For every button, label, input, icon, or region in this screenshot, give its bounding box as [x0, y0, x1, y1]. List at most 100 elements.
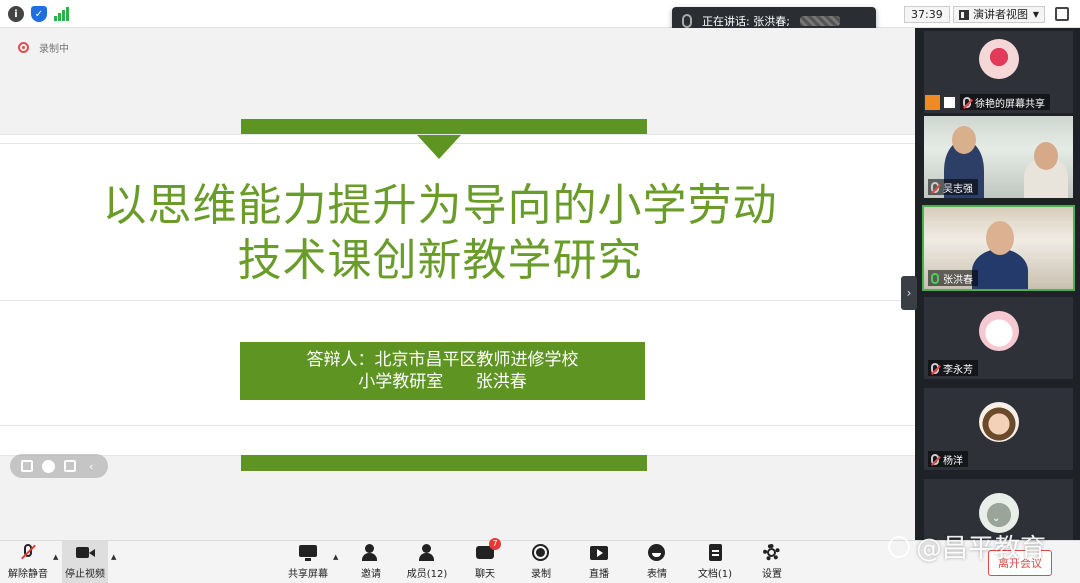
network-signal-icon[interactable] — [54, 7, 70, 21]
annotate-icon[interactable] — [41, 459, 55, 473]
chat-badge: 7 — [489, 538, 501, 550]
slide-divider — [0, 425, 915, 426]
members-button[interactable]: 成员(12) — [405, 541, 449, 583]
presenter-box: 答辩人：北京市昌平区教师进修学校 小学教研室 张洪春 — [240, 342, 645, 400]
add-user-icon — [362, 544, 380, 561]
participant-tile[interactable]: 杨洋 — [924, 388, 1073, 470]
gear-icon — [763, 544, 781, 561]
chat-icon: 7 — [476, 538, 501, 561]
slide-annotation-toolbar: ‹ — [10, 454, 108, 478]
screen-share-icon — [942, 95, 957, 110]
recording-indicator: 录制中 — [18, 40, 69, 55]
fullscreen-icon[interactable] — [1055, 7, 1069, 21]
participant-name: 张洪春 — [943, 274, 973, 286]
caret-up-icon[interactable]: ▲ — [111, 553, 116, 561]
settings-button[interactable]: 设置 — [757, 541, 787, 583]
reactions-label: 表情 — [647, 569, 667, 580]
slide-title-line1: 以思维能力提升为导向的小学劳动 — [102, 180, 778, 231]
presenter-line1: 答辩人：北京市昌平区教师进修学校 — [306, 350, 579, 370]
documents-button[interactable]: 文档(1) — [697, 541, 733, 583]
chat-button[interactable]: 7 聊天 — [470, 538, 501, 583]
speaker-view-dropdown[interactable]: 演讲者视图 ▼ — [953, 6, 1045, 23]
share-screen-button[interactable]: 共享屏幕 — [286, 541, 330, 583]
active-microphone-icon — [931, 272, 939, 284]
invite-label: 邀请 — [361, 569, 381, 580]
avatar — [978, 39, 1019, 79]
watermark: @昌平教育 — [888, 528, 1046, 565]
chevron-down-icon[interactable]: ⌄ — [992, 513, 1000, 524]
participant-name: 徐艳的屏幕共享 — [975, 98, 1045, 110]
share-screen-label: 共享屏幕 — [288, 569, 328, 580]
chat-label: 聊天 — [475, 569, 495, 580]
presenter-line2: 小学教研室 张洪春 — [358, 372, 527, 392]
slide-title-line2: 技术课创新教学研究 — [237, 235, 643, 286]
live-stream-icon — [590, 544, 608, 561]
participant-name-tag: 徐艳的屏幕共享 — [960, 94, 1050, 110]
slide-top-bar — [241, 119, 647, 135]
meeting-timer: 37:39 — [904, 6, 950, 23]
watermark-text: @昌平教育 — [916, 534, 1047, 564]
video-person — [972, 249, 1028, 289]
members-label: 成员(12) — [406, 569, 448, 580]
view-label: 演讲者视图 — [973, 8, 1028, 21]
participant-name-tag: 杨洋 — [928, 451, 968, 467]
user-icon — [925, 95, 940, 110]
stop-video-button[interactable]: 停止视频 — [62, 541, 108, 583]
members-icon — [418, 544, 436, 561]
video-camera-icon — [76, 544, 95, 561]
muted-microphone-icon — [931, 181, 939, 193]
speaking-label: 正在讲话: 张洪春; — [702, 15, 790, 28]
documents-label: 文档(1) — [697, 569, 733, 580]
participant-name: 杨洋 — [943, 455, 963, 467]
info-icon[interactable]: i — [8, 6, 24, 22]
grid-icon[interactable] — [20, 459, 34, 473]
participant-tile-active-speaker[interactable]: 张洪春 — [922, 205, 1075, 291]
paw-logo-icon — [888, 535, 910, 558]
participant-name-tag: 吴志强 — [928, 179, 978, 195]
share-status-icons — [925, 95, 957, 110]
document-icon — [706, 544, 724, 561]
microphone-icon — [682, 14, 692, 28]
participant-name: 李永芳 — [943, 364, 973, 376]
chevron-left-icon[interactable]: ‹ — [84, 459, 98, 473]
reactions-button[interactable]: 表情 — [642, 541, 672, 583]
collapse-sidebar-button[interactable]: › — [901, 276, 917, 310]
settings-label: 设置 — [762, 569, 782, 580]
chevron-down-icon: ▼ — [1032, 10, 1039, 19]
recording-dot-icon — [18, 42, 29, 53]
security-shield-icon[interactable]: ✓ — [31, 6, 47, 22]
top-bar: i ✓ 37:39 演讲者视图 ▼ — [0, 0, 1080, 28]
muted-microphone-icon — [19, 544, 37, 561]
live-stream-button[interactable]: 直播 — [584, 541, 614, 583]
chat-bubble-icon[interactable] — [63, 459, 77, 473]
video-person — [1034, 142, 1058, 170]
unmute-label: 解除静音 — [8, 569, 48, 580]
record-button[interactable]: 录制 — [526, 541, 556, 583]
slide-divider — [0, 300, 915, 301]
unmute-button[interactable]: 解除静音 — [6, 541, 50, 583]
slide-body: 以思维能力提升为导向的小学劳动 技术课创新教学研究 — [0, 135, 915, 455]
stop-video-label: 停止视频 — [65, 569, 105, 580]
invite-button[interactable]: 邀请 — [354, 541, 388, 583]
muted-microphone-icon — [963, 96, 971, 108]
caret-up-icon[interactable]: ▲ — [333, 553, 338, 561]
blurred-name — [799, 16, 840, 26]
screen-share-icon — [299, 544, 317, 561]
video-person — [986, 221, 1014, 255]
record-label: 录制 — [531, 569, 551, 580]
participant-tile[interactable]: 徐艳的屏幕共享 — [924, 31, 1073, 113]
participant-name-tag: 张洪春 — [928, 270, 978, 286]
smiley-icon — [648, 544, 666, 561]
participant-tile[interactable]: 李永芳 — [924, 297, 1073, 379]
shared-slide-stage: 录制中 以思维能力提升为导向的小学劳动 技术课创新教学研究 答辩人：北京市昌平区… — [0, 28, 915, 540]
slide-triangle-marker — [417, 135, 461, 159]
live-stream-label: 直播 — [589, 569, 609, 580]
caret-up-icon[interactable]: ▲ — [53, 553, 58, 561]
muted-microphone-icon — [931, 453, 939, 465]
layout-icon — [959, 9, 969, 20]
participant-tile[interactable]: 吴志强 — [924, 116, 1073, 198]
recording-label: 录制中 — [39, 44, 69, 55]
video-person — [952, 126, 976, 154]
participant-name: 吴志强 — [943, 183, 973, 195]
avatar — [978, 311, 1019, 351]
